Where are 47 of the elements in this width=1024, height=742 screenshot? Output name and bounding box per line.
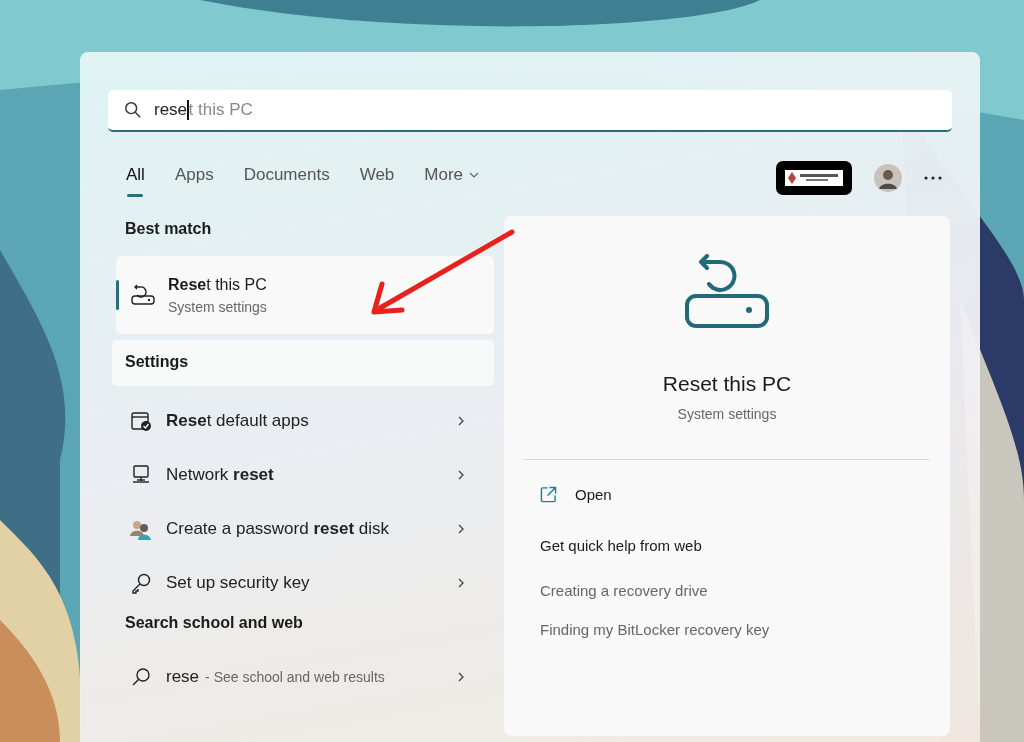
web-hint: - See school and web results <box>205 669 385 685</box>
help-heading: Get quick help from web <box>540 537 703 554</box>
settings-result[interactable]: Network reset <box>112 448 494 502</box>
users-icon <box>130 518 152 540</box>
section-heading: Settings <box>112 340 494 386</box>
result-subtitle: System settings <box>168 298 267 315</box>
web-result[interactable]: rese - See school and web results <box>112 650 494 704</box>
tab[interactable]: Apps <box>164 159 224 197</box>
computer-icon <box>130 464 152 486</box>
search-icon <box>124 101 142 119</box>
best-match-item[interactable]: Reset this PC System settings <box>116 256 494 334</box>
result-title: Reset this PC <box>168 275 267 294</box>
search-field[interactable]: reset this PC <box>108 90 952 132</box>
chevron-right-icon <box>458 416 464 426</box>
more-options-icon[interactable] <box>924 176 942 180</box>
help-link[interactable]: Creating a recovery drive <box>540 582 708 599</box>
help-link[interactable]: Finding my BitLocker recovery key <box>540 621 770 638</box>
chevron-right-icon <box>458 672 464 682</box>
open-external-icon <box>540 486 557 503</box>
chevron-right-icon <box>458 524 464 534</box>
reset-pc-icon <box>130 284 156 306</box>
chevron-right-icon <box>458 578 464 588</box>
web-query: rese <box>166 667 200 687</box>
tab[interactable]: All <box>116 159 155 197</box>
settings-result[interactable]: Create a password reset disk <box>112 502 494 556</box>
preview-subtitle: System settings <box>677 406 777 422</box>
chevron-down-icon <box>469 172 480 178</box>
search-icon <box>130 666 152 688</box>
result-title: Set up security key <box>166 573 310 593</box>
open-action[interactable]: Open <box>540 486 612 503</box>
tab[interactable]: More <box>414 159 490 197</box>
section-heading: Best match <box>124 219 213 239</box>
result-title: Network reset <box>166 465 274 485</box>
logo-badge-icon <box>776 161 852 195</box>
chevron-right-icon <box>458 470 464 480</box>
preview-title: Reset this PC <box>662 372 792 396</box>
result-title: Create a password reset disk <box>166 519 389 539</box>
settings-result[interactable]: Reset default apps <box>112 394 494 448</box>
tab[interactable]: Documents <box>233 159 340 197</box>
settings-result[interactable]: Set up security key <box>112 556 494 610</box>
key-icon <box>130 572 152 594</box>
result-title: Reset default apps <box>166 411 309 431</box>
avatar-icon[interactable] <box>874 164 902 192</box>
apps-check-icon <box>130 410 152 432</box>
section-heading: Search school and web <box>124 613 304 633</box>
tab[interactable]: Web <box>349 159 405 197</box>
reset-pc-icon <box>685 254 769 328</box>
